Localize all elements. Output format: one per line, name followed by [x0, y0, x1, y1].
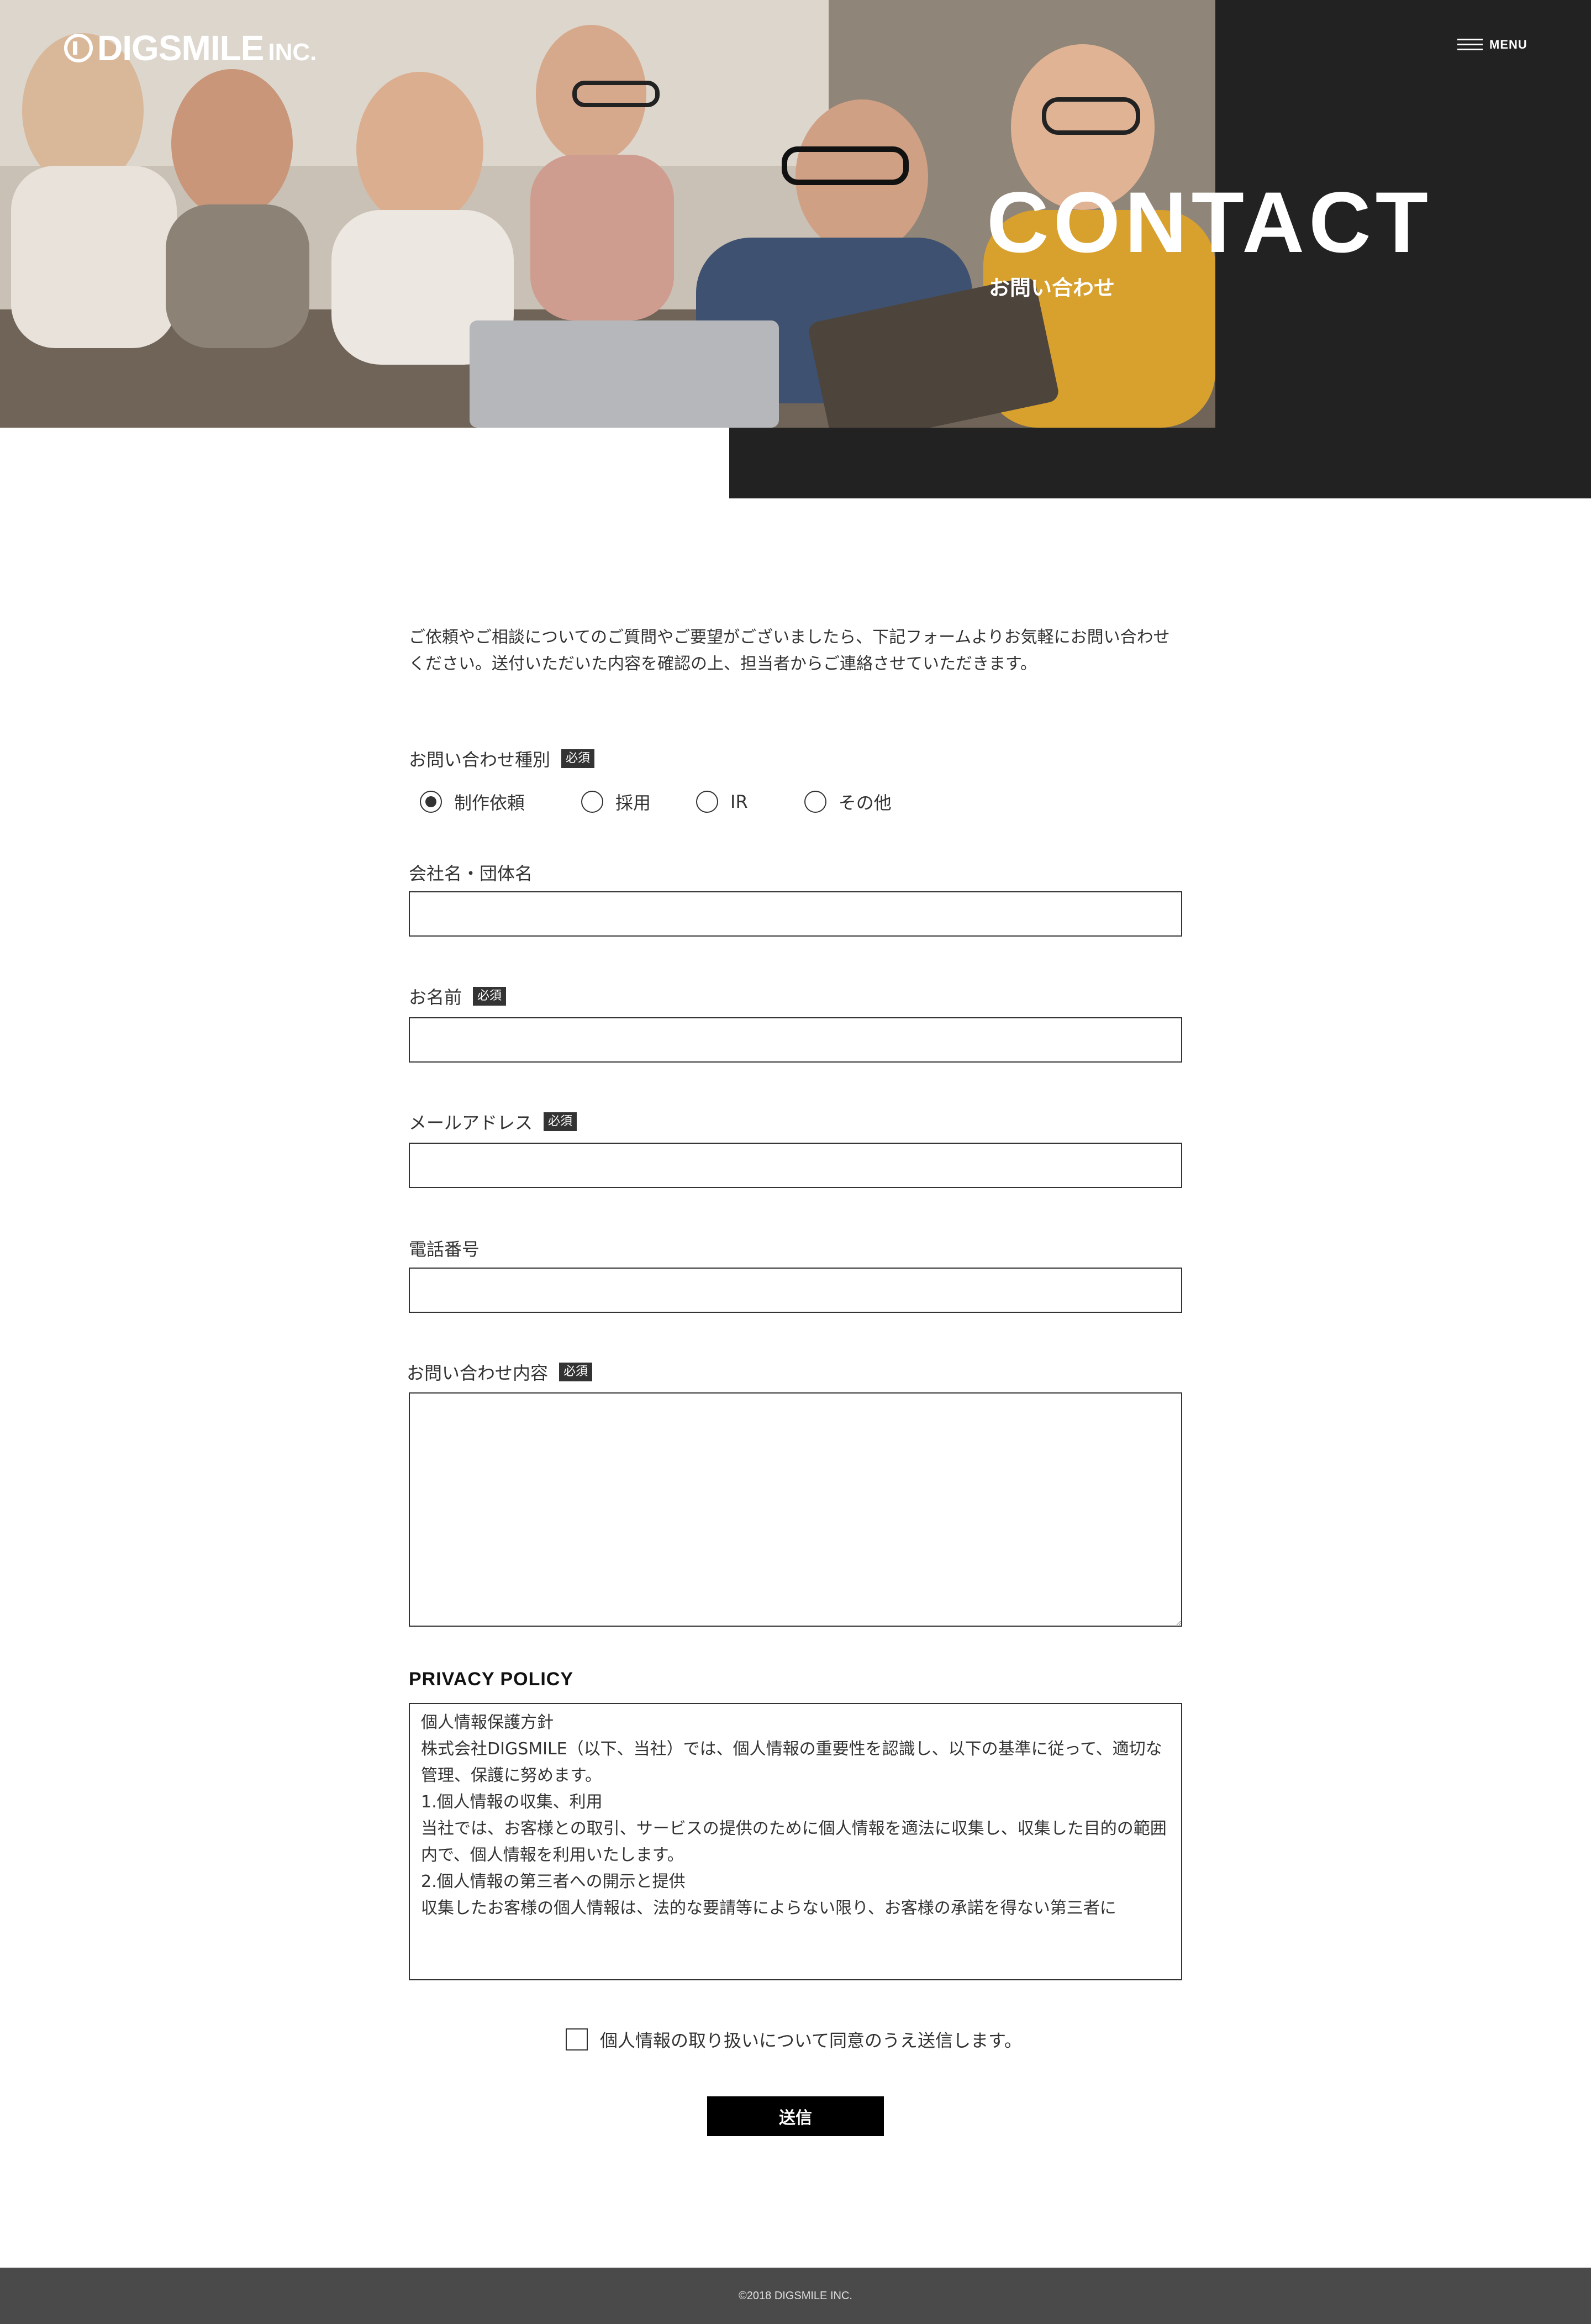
agree-checkbox[interactable] — [566, 2028, 588, 2050]
email-label-text: メールアドレス — [409, 1112, 533, 1133]
inquiry-type-radio-group: 制作依頼 採用 IR その他 — [420, 789, 931, 814]
name-label-text: お名前 — [409, 987, 462, 1008]
required-badge: 必須 — [473, 987, 507, 1006]
radio-option-ir[interactable]: IR — [696, 791, 748, 813]
required-badge: 必須 — [561, 749, 595, 768]
radio-label: IR — [730, 791, 748, 812]
phone-label: 電話番号 — [409, 1235, 480, 1261]
email-label: メールアドレス 必須 — [409, 1109, 577, 1134]
privacy-policy-title: PRIVACY POLICY — [409, 1669, 574, 1690]
message-textarea[interactable] — [409, 1392, 1182, 1627]
footer: ©2018 DIGSMILE INC. — [0, 2268, 1591, 2324]
logo-mark-icon — [64, 34, 93, 62]
agree-label: 個人情報の取り扱いについて同意のうえ送信します。 — [600, 2030, 1022, 2051]
menu-button[interactable]: MENU — [1457, 38, 1527, 52]
radio-label: 制作依頼 — [454, 792, 525, 813]
company-input[interactable] — [409, 891, 1182, 937]
message-label-text: お問い合わせ内容 — [407, 1363, 549, 1384]
privacy-line: 当社では、お客様との取引、サービスの提供のために個人情報を適法に収集し、収集した… — [421, 1819, 1167, 1865]
phone-label-text: 電話番号 — [409, 1239, 480, 1260]
radio-button[interactable] — [804, 791, 826, 813]
logo-suffix: INC. — [268, 39, 317, 66]
inquiry-type-label-text: お問い合わせ種別 — [409, 749, 551, 770]
privacy-line: 2.個人情報の第三者への開示と提供 — [421, 1872, 686, 1891]
submit-button[interactable]: 送信 — [707, 2096, 884, 2136]
company-label: 会社名・団体名 — [409, 860, 533, 885]
page-subtitle: お問い合わせ — [989, 276, 1115, 300]
page-title: CONTACT — [987, 175, 1432, 271]
intro-text: ご依頼やご相談についてのご質問やご要望がございましたら、下記フォームよりお気軽に… — [409, 628, 1170, 674]
privacy-line: 個人情報保護方針 — [421, 1713, 554, 1732]
privacy-line: 収集したお客様の個人情報は、法的な要請等によらない限り、お客様の承諾を得ない第三… — [421, 1899, 1116, 1918]
required-badge: 必須 — [544, 1112, 577, 1131]
phone-input[interactable] — [409, 1268, 1182, 1313]
radio-label: その他 — [838, 792, 892, 813]
radio-button[interactable] — [581, 791, 604, 813]
privacy-line: 株式会社DIGSMILE（以下、当社）では、個人情報の重要性を認識し、以下の基準… — [421, 1739, 1162, 1785]
company-label-text: 会社名・団体名 — [409, 863, 533, 884]
radio-option-other[interactable]: その他 — [804, 789, 892, 814]
logo-text: DIGSMILE — [97, 28, 264, 68]
hamburger-icon — [1457, 39, 1483, 51]
radio-button-checked[interactable] — [420, 791, 442, 813]
agree-option[interactable]: 個人情報の取り扱いについて同意のうえ送信します。 — [566, 2027, 1022, 2052]
name-label: お名前 必須 — [409, 984, 507, 1009]
required-badge: 必須 — [559, 1363, 593, 1381]
email-input[interactable] — [409, 1143, 1182, 1188]
radio-option-recruit[interactable]: 採用 — [581, 789, 651, 814]
privacy-policy-scrollbox[interactable]: 個人情報保護方針 株式会社DIGSMILE（以下、当社）では、個人情報の重要性を… — [409, 1703, 1182, 1980]
radio-label: 採用 — [615, 792, 651, 813]
inquiry-type-label: お問い合わせ種別 必須 — [409, 746, 595, 771]
privacy-line: 1.個人情報の収集、利用 — [421, 1792, 603, 1812]
copyright: ©2018 DIGSMILE INC. — [739, 2289, 852, 2302]
radio-button[interactable] — [696, 791, 719, 813]
message-label: お問い合わせ内容 必須 — [407, 1359, 593, 1385]
site-logo[interactable]: DIGSMILE INC. — [64, 28, 317, 68]
name-input[interactable] — [409, 1017, 1182, 1063]
radio-option-production[interactable]: 制作依頼 — [420, 789, 525, 814]
menu-label: MENU — [1489, 38, 1527, 51]
